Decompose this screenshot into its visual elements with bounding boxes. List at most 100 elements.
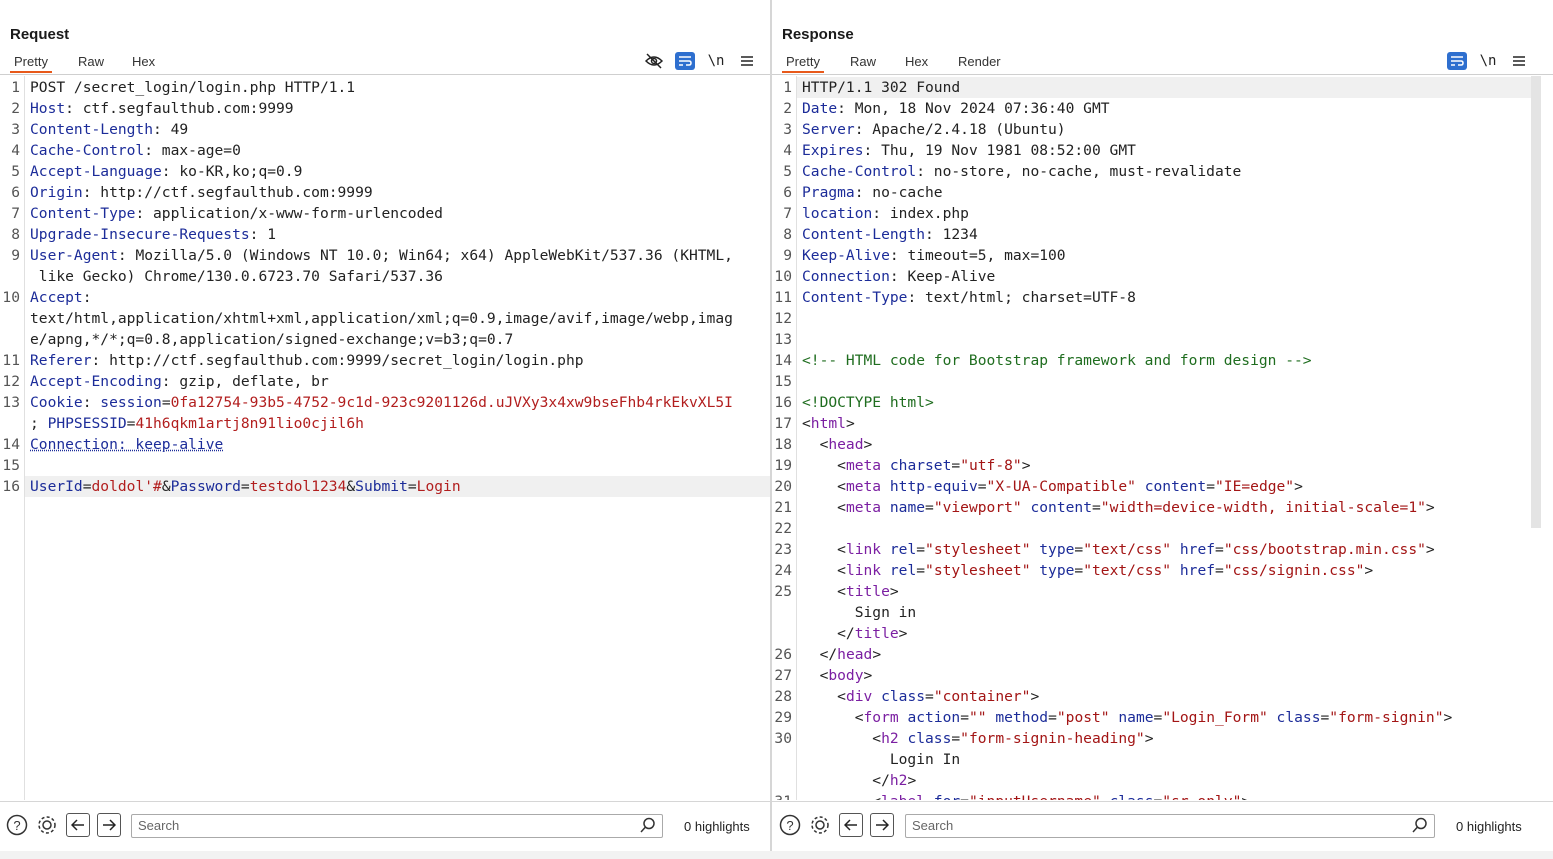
code-token: =: [1048, 709, 1057, 726]
request-search-input[interactable]: [132, 815, 621, 835]
code-token: >: [1030, 688, 1040, 705]
code-token: :: [82, 289, 92, 306]
response-scrollbar[interactable]: [1531, 76, 1541, 528]
code-token: <: [802, 436, 829, 453]
code-token: form: [863, 709, 899, 726]
code-token: ;: [30, 415, 48, 432]
line-number: 7: [783, 205, 792, 222]
line-number: 19: [774, 457, 792, 474]
word-wrap-icon[interactable]: [675, 52, 695, 70]
code-token: : Apache/2.4.18 (Ubuntu): [854, 121, 1066, 138]
line-number: 27: [774, 667, 792, 684]
line-content: Upgrade-Insecure-Requests: 1: [30, 224, 276, 245]
code-token: "container": [933, 688, 1031, 705]
tab-hex[interactable]: Hex: [901, 54, 932, 69]
code-token: : ko-KR,ko;q=0.9: [161, 163, 303, 180]
code-token: Upgrade-Insecure-Requests: [30, 226, 250, 243]
code-token: : 1: [249, 226, 277, 243]
response-editor[interactable]: 1 HTTP/1.1 302 Found 2 Date: Mon, 18 Nov 20…: [772, 76, 1541, 800]
code-token: Server: [802, 121, 855, 138]
code-token: testdol1234: [249, 478, 347, 495]
line-content: <!-- HTML code for Bootstrap framework a…: [802, 350, 1312, 371]
code-token: : 49: [153, 121, 189, 138]
code-token: meta: [845, 478, 882, 495]
code-token: div: [845, 688, 873, 705]
tab-pretty[interactable]: Pretty: [10, 54, 52, 73]
line-number: 1: [783, 79, 792, 96]
line-number: 11: [2, 352, 20, 369]
line-number: 13: [774, 331, 792, 348]
line-content: Cache-Control: no-store, no-cache, must-…: [802, 161, 1241, 182]
search-icon[interactable]: [640, 817, 656, 838]
tab-raw[interactable]: Raw: [846, 54, 880, 69]
line-number: 8: [11, 226, 20, 243]
line-content: <html>: [802, 413, 855, 434]
help-icon[interactable]: ?: [5, 813, 29, 837]
code-token: =: [82, 478, 92, 495]
gear-icon[interactable]: [808, 813, 832, 837]
line-number: 5: [11, 163, 20, 180]
arrow-right-icon[interactable]: [97, 813, 121, 837]
code-token: "IE=edge": [1215, 478, 1295, 495]
code-token: >: [845, 415, 855, 432]
arrow-left-icon[interactable]: [839, 813, 863, 837]
tab-hex[interactable]: Hex: [128, 54, 159, 69]
code-token: <: [802, 478, 846, 495]
code-token: Cache-Control: [802, 163, 917, 180]
code-token: action: [898, 709, 961, 726]
line-number: 29: [774, 709, 792, 726]
code-token: rel: [881, 541, 917, 558]
code-token: Connection: [802, 268, 890, 285]
code-token: "text/css": [1083, 562, 1172, 579]
code-token: "text/css": [1083, 541, 1172, 558]
request-editor[interactable]: 1 POST /secret_login/login.php HTTP/1.1 2 H…: [0, 76, 770, 800]
tab-pretty[interactable]: Pretty: [782, 54, 824, 73]
arrow-left-icon[interactable]: [66, 813, 90, 837]
line-number: 10: [2, 289, 20, 306]
line-number: 5: [783, 163, 792, 180]
code-token: : application/x-www-form-urlencoded: [135, 205, 443, 222]
line-content: <meta charset="utf-8">: [802, 455, 1030, 476]
code-token: &: [346, 478, 356, 495]
code-token: : index.php: [872, 205, 969, 222]
code-token: title: [854, 625, 899, 642]
code-token: http-equiv: [881, 478, 978, 495]
newline-toggle[interactable]: \n: [706, 52, 726, 70]
code-token: class: [1267, 709, 1321, 726]
code-token: =: [1215, 541, 1224, 558]
gear-icon[interactable]: [35, 813, 59, 837]
code-token: class: [898, 730, 952, 747]
hamburger-menu-icon[interactable]: [1509, 52, 1529, 70]
line-content: e/apng,*/*;q=0.8,application/signed-exch…: [30, 329, 513, 350]
newline-toggle[interactable]: \n: [1478, 52, 1498, 70]
hamburger-menu-icon[interactable]: [737, 52, 757, 70]
word-wrap-icon[interactable]: [1447, 52, 1467, 70]
line-number: 24: [774, 562, 792, 579]
response-footer: ? 0 highlights: [772, 801, 1553, 852]
line-number: 15: [2, 457, 20, 474]
help-icon[interactable]: ?: [778, 813, 802, 837]
code-token: content: [1135, 478, 1207, 495]
code-token: =: [960, 709, 969, 726]
code-token: <: [802, 562, 846, 579]
code-token: meta: [845, 499, 882, 516]
response-search-input[interactable]: [906, 815, 1394, 835]
code-token: <: [802, 709, 864, 726]
eye-off-icon[interactable]: [644, 52, 664, 70]
arrow-right-icon[interactable]: [870, 813, 894, 837]
line-content: text/html,application/xhtml+xml,applicat…: [30, 308, 733, 329]
code-token: <: [802, 667, 829, 684]
line-content: <link rel="stylesheet" type="text/css" h…: [802, 539, 1435, 560]
tab-render[interactable]: Render: [954, 54, 1005, 69]
search-icon[interactable]: [1412, 817, 1428, 838]
code-token: =: [407, 478, 417, 495]
line-number: 12: [2, 373, 20, 390]
line-number: 6: [11, 184, 20, 201]
line-content: <div class="container">: [802, 686, 1039, 707]
highlights-count: 0 highlights: [684, 819, 750, 834]
svg-text:?: ?: [786, 818, 793, 833]
tab-raw[interactable]: Raw: [74, 54, 108, 69]
code-token: >: [1144, 730, 1154, 747]
code-token: </: [802, 625, 855, 642]
code-token: rel: [881, 562, 917, 579]
